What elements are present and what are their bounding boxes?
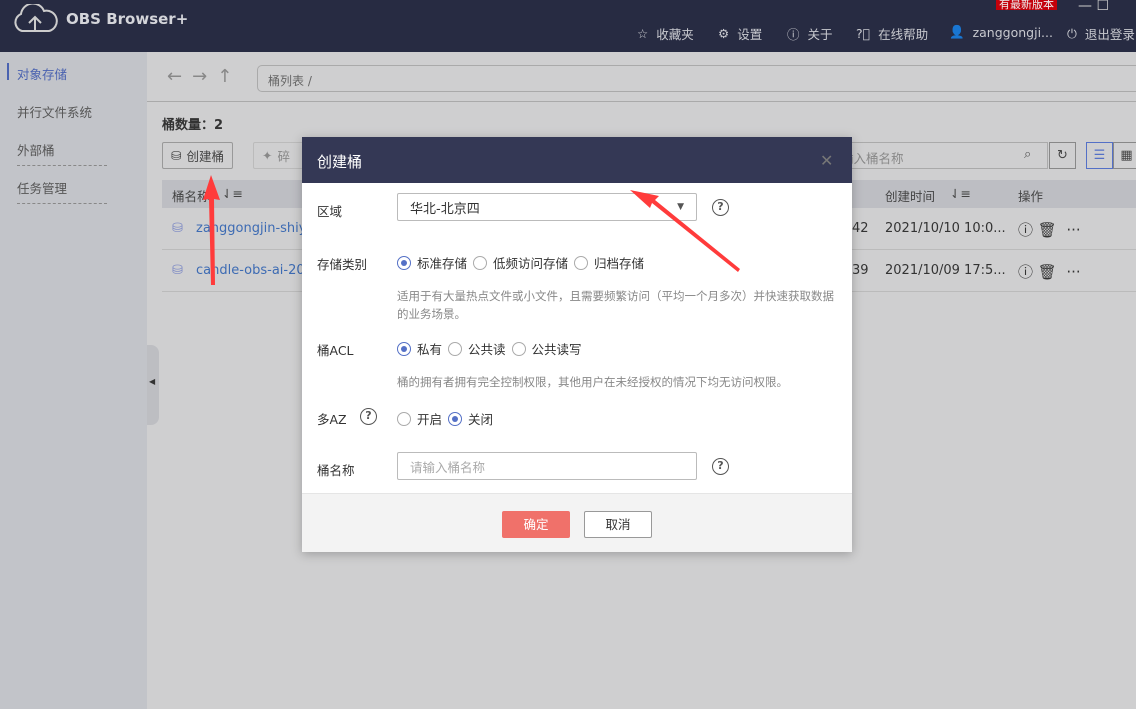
- cloud-logo-icon: [14, 4, 58, 32]
- trash-icon: 🗑: [1037, 221, 1057, 239]
- search-input[interactable]: 输入桶名称: [830, 142, 1048, 169]
- acl-label: 桶ACL: [317, 343, 354, 358]
- close-icon[interactable]: ✕: [820, 151, 833, 170]
- dialog-title: 创建桶: [302, 137, 852, 183]
- region-select[interactable]: 华北-北京四 ▼: [397, 193, 697, 221]
- confirm-button[interactable]: 确定: [502, 511, 570, 538]
- bucket-name-label: 桶名称: [317, 463, 355, 478]
- grid-view-button[interactable]: ▦: [1113, 142, 1136, 169]
- multiaz-label: 多AZ: [317, 412, 347, 427]
- nav-logout[interactable]: ⏻ 退出登录: [1067, 24, 1135, 43]
- trash-icon: 🗑: [1037, 263, 1057, 281]
- col-name[interactable]: 桶名称: [172, 186, 210, 205]
- window-controls[interactable]: — ☐: [1078, 0, 1109, 14]
- row-actions[interactable]: ⓘ 🗑 ···: [1018, 261, 1081, 282]
- more-icon: ···: [1066, 221, 1081, 239]
- bucket-link[interactable]: candle-obs-ai-202: [196, 263, 313, 278]
- nav-about[interactable]: ⓘ 关于: [787, 24, 833, 43]
- create-bucket-dialog: 创建桶 ✕ 区域 华北-北京四 ▼ ? 存储类别 标准存储 低频访问存储 归档存储…: [302, 137, 852, 552]
- update-badge[interactable]: 有最新版本: [996, 0, 1057, 10]
- nav-favorites[interactable]: ☆ 收藏夹: [637, 24, 694, 43]
- info-icon: ⓘ: [1018, 221, 1034, 239]
- star-icon: ☆: [637, 26, 649, 41]
- region-label: 区域: [317, 204, 343, 219]
- col-created[interactable]: 创建时间: [885, 186, 935, 205]
- sort-icon: ⇃≡: [950, 186, 971, 201]
- info-icon: ⓘ: [787, 27, 800, 42]
- refresh-button[interactable]: ↻: [1049, 142, 1076, 169]
- radio-infrequent[interactable]: [473, 255, 488, 270]
- bucket-name-input[interactable]: 请输入桶名称: [397, 452, 697, 480]
- divider: [17, 165, 107, 166]
- multiaz-radio-group: 开启 关闭: [397, 409, 499, 428]
- radio-private[interactable]: [397, 341, 411, 356]
- radio-az-off[interactable]: [448, 411, 463, 426]
- sidebar: 对象存储 并行文件系统 外部桶 任务管理: [0, 52, 147, 709]
- chevron-down-icon: ▼: [677, 202, 684, 212]
- list-view-button[interactable]: ☰: [1086, 142, 1113, 169]
- nav-user[interactable]: 👤 zanggongji...: [949, 24, 1053, 40]
- storage-class-label: 存储类别: [317, 257, 368, 272]
- radio-archive[interactable]: [574, 255, 589, 270]
- acl-radio-group: 私有 公共读 公共读写: [397, 339, 588, 358]
- info-icon: ⓘ: [1018, 263, 1034, 281]
- bucket-link[interactable]: zanggongjin-shiya: [196, 221, 314, 236]
- create-bucket-button[interactable]: ⛁ 创建桶: [162, 142, 233, 169]
- help-icon: ?⃝: [856, 26, 871, 41]
- cancel-button[interactable]: 取消: [584, 511, 652, 538]
- sidebar-item-external-bucket[interactable]: 外部桶: [17, 140, 55, 159]
- gear-icon: ⚙: [718, 26, 730, 41]
- created-time: 2021/10/10 10:0...: [885, 221, 1006, 236]
- cell: 42: [852, 221, 869, 236]
- bucket-icon: ⛁: [172, 221, 183, 236]
- radio-public-read-write[interactable]: [511, 341, 526, 356]
- divider: [147, 101, 1136, 102]
- acl-hint: 桶的拥有者拥有完全控制权限，其他用户在未经授权的情况下均无访问权限。: [397, 375, 788, 389]
- nav-arrows[interactable]: ←→↑: [167, 66, 242, 87]
- more-icon: ···: [1066, 263, 1081, 281]
- bucket-add-icon: ⛁: [171, 148, 182, 163]
- nav-help[interactable]: ?⃝ 在线帮助: [856, 24, 928, 43]
- help-icon[interactable]: ?: [360, 408, 377, 425]
- row-actions[interactable]: ⓘ 🗑 ···: [1018, 219, 1081, 240]
- up-icon: ↑: [217, 66, 243, 87]
- bucket-icon: ⛁: [172, 263, 183, 278]
- nav-settings[interactable]: ⚙ 设置: [718, 24, 762, 43]
- active-indicator: [7, 63, 9, 80]
- collapse-sidebar-handle[interactable]: ◀: [147, 345, 159, 425]
- cell: 39: [852, 263, 869, 278]
- storage-class-radio-group: 标准存储 低频访问存储 归档存储: [397, 253, 650, 272]
- sidebar-item-parallel-fs[interactable]: 并行文件系统: [17, 102, 92, 121]
- divider: [17, 203, 107, 204]
- help-icon[interactable]: ?: [712, 458, 729, 475]
- app-title: OBS Browser+: [66, 10, 189, 28]
- help-icon[interactable]: ?: [712, 199, 729, 216]
- back-icon: ←: [167, 66, 193, 87]
- user-icon: 👤: [949, 24, 965, 39]
- search-icon[interactable]: ⌕: [1024, 147, 1031, 162]
- storage-class-hint: 适用于有大量热点文件或小文件，且需要频繁访问（平均一个月多次）并快速获取数据的业…: [397, 289, 834, 321]
- power-icon: ⏻: [1067, 25, 1077, 41]
- radio-az-on[interactable]: [397, 411, 411, 426]
- sparkle-icon: ✦: [262, 148, 273, 163]
- created-time: 2021/10/09 17:5...: [885, 263, 1006, 278]
- sidebar-item-tasks[interactable]: 任务管理: [17, 178, 67, 197]
- col-actions: 操作: [1018, 189, 1044, 204]
- forward-icon: →: [192, 66, 218, 87]
- app-header: OBS Browser+ 有最新版本 — ☐ ☆ 收藏夹 ⚙ 设置 ⓘ 关于 ?⃝ 在线…: [0, 0, 1136, 52]
- dialog-footer: 确定 取消: [302, 493, 852, 552]
- sort-icon: ⇃≡: [222, 186, 243, 201]
- bucket-count: 桶数量：2: [162, 118, 224, 133]
- breadcrumb[interactable]: 桶列表 /: [257, 65, 1136, 92]
- sidebar-item-object-storage[interactable]: 对象存储: [17, 64, 67, 83]
- radio-standard[interactable]: [397, 255, 411, 270]
- radio-public-read[interactable]: [448, 341, 463, 356]
